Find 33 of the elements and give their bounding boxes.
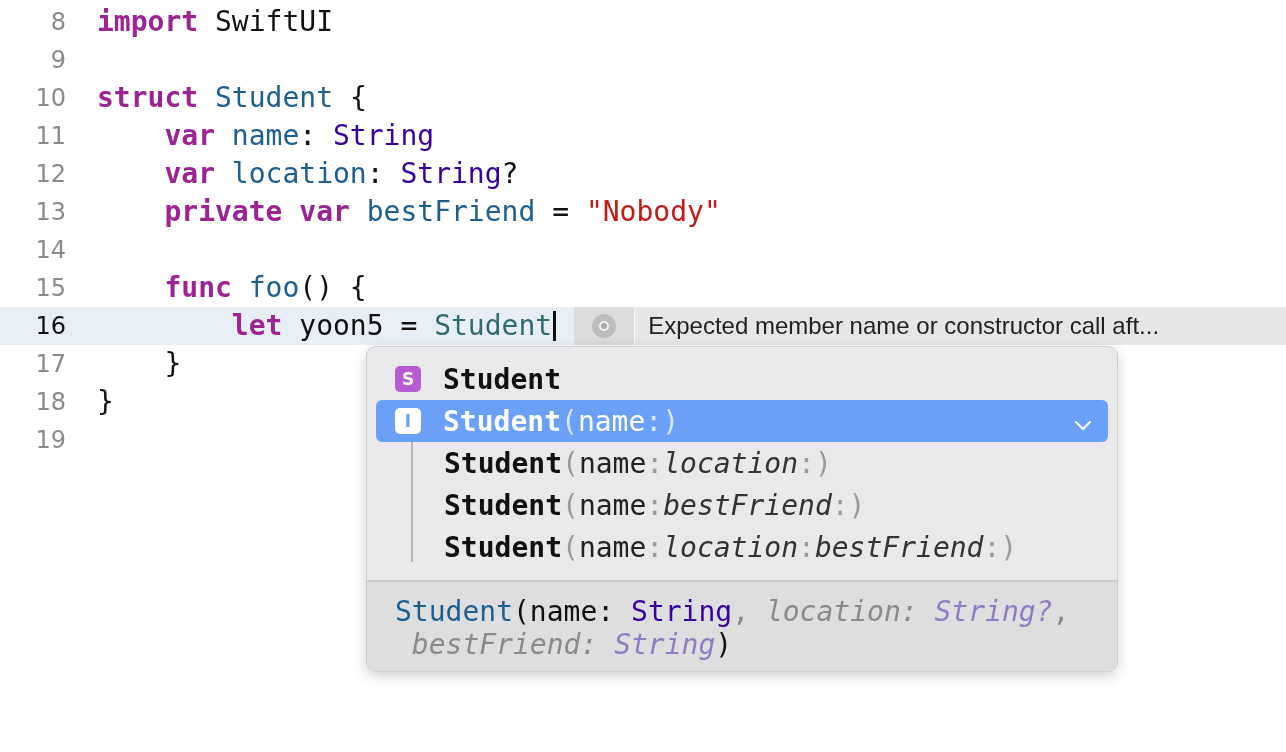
error-message: Expected member name or constructor call aft... xyxy=(647,311,1160,341)
code-line: func foo() { xyxy=(163,270,368,306)
completion-item[interactable]: Student(name:location:bestFriend:) xyxy=(413,526,1108,568)
code-line: import SwiftUI xyxy=(97,4,335,40)
completion-item[interactable]: Student(name:location:) xyxy=(413,442,1108,484)
line-number: 12 xyxy=(34,159,66,190)
signature-line: Student(name: String, location: String?, xyxy=(395,595,1071,628)
code-line: } xyxy=(97,384,115,420)
completion-item[interactable]: Student(name:bestFriend:) xyxy=(413,484,1108,526)
line-number: 10 xyxy=(34,83,66,114)
line-number: 11 xyxy=(34,121,66,152)
code-line: struct Student { xyxy=(97,80,368,116)
line-number: 15 xyxy=(34,273,66,304)
error-icon[interactable] xyxy=(591,313,618,339)
text-cursor xyxy=(553,311,557,341)
line-number: 13 xyxy=(34,197,66,228)
line-number: 14 xyxy=(34,235,66,266)
code-line: var name: String xyxy=(163,118,436,154)
code-line: private var bestFriend = "Nobody" xyxy=(163,194,722,230)
line-number: 8 xyxy=(49,7,66,38)
line-number: 16 xyxy=(34,311,66,342)
line-number: 18 xyxy=(34,387,66,418)
code-line: } xyxy=(163,346,183,382)
struct-symbol-icon: S xyxy=(395,366,421,392)
initializer-symbol-icon: I xyxy=(395,408,421,434)
signature-line: bestFriend: String) xyxy=(410,628,734,661)
chevron-icon[interactable] xyxy=(1074,418,1092,431)
line-number: 17 xyxy=(34,349,66,380)
code-line: var location: String? xyxy=(163,156,520,192)
completion-item[interactable]: S Student xyxy=(376,358,1108,400)
line-number: 9 xyxy=(49,45,66,76)
line-number: 19 xyxy=(34,425,66,456)
code-line: let yoon5 = Student xyxy=(97,307,575,345)
